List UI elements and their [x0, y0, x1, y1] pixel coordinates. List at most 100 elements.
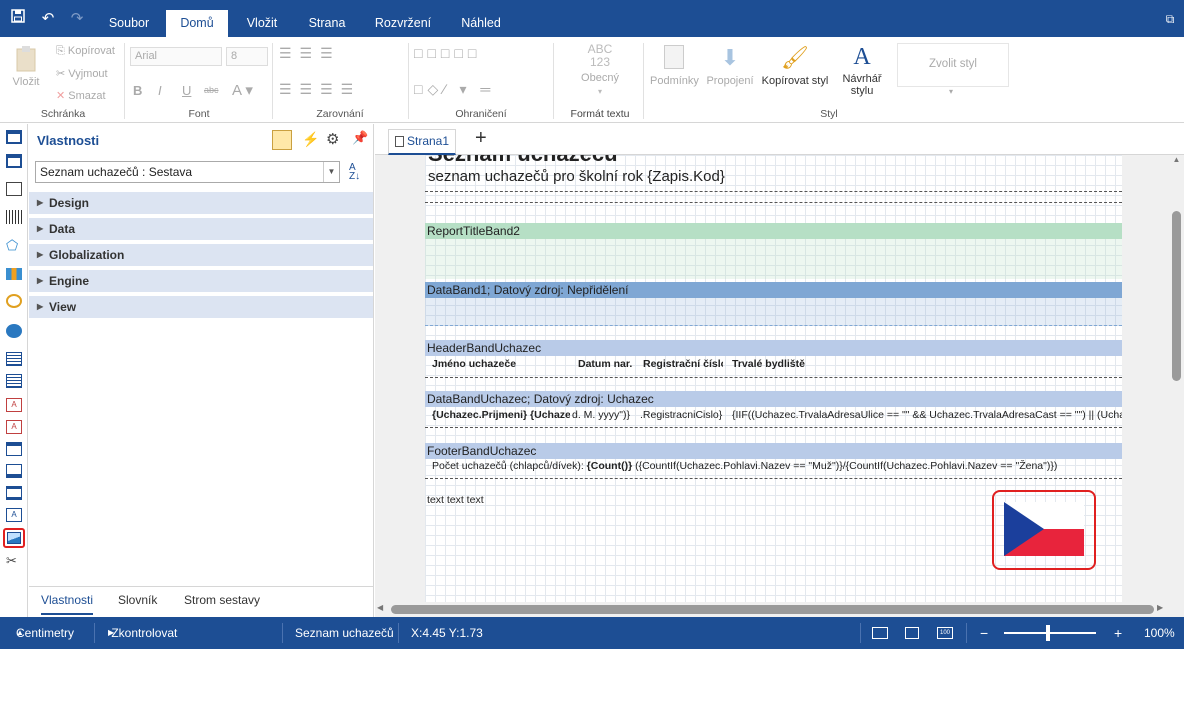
data-cell-name[interactable]: {Uchazec.Prijmeni} {Uchazec. [432, 409, 570, 421]
data-cell-registration[interactable]: .RegistracniCislo} [640, 409, 725, 421]
category-data[interactable]: ▶ Data [29, 218, 373, 240]
underline-button[interactable]: U [182, 83, 191, 98]
bold-button[interactable]: B [133, 83, 142, 98]
tab-strana1[interactable]: Strana1 [388, 129, 457, 155]
gauge-icon[interactable] [6, 294, 22, 308]
rich-text-icon[interactable] [6, 374, 22, 388]
zoom-out-icon[interactable]: − [980, 617, 988, 649]
italic-button[interactable]: I [158, 83, 162, 98]
vertical-scrollbar[interactable]: ▲ [1169, 155, 1184, 602]
tools-icon[interactable]: ✂ [6, 554, 22, 568]
scroll-right-icon[interactable]: ▶ [1157, 603, 1163, 612]
delete-button[interactable]: ✕ Smazat [56, 89, 106, 102]
redo-icon[interactable]: ↷ [67, 9, 87, 29]
border-buttons-bottom[interactable]: □◇∕ ▾ ═ [414, 81, 495, 98]
tab-domu[interactable]: Domů [166, 10, 228, 37]
font-size-select[interactable]: 8 [226, 47, 268, 66]
fit-width-icon[interactable] [905, 627, 919, 639]
flag-image[interactable] [992, 490, 1096, 570]
image-icon[interactable] [3, 528, 25, 548]
text-in-cells-icon[interactable]: A [6, 398, 22, 412]
settings-gear-icon[interactable]: ⚙ [326, 130, 339, 148]
cut-button[interactable]: ✂ Vyjmout [56, 67, 108, 80]
category-design[interactable]: ▶ Design [29, 192, 373, 214]
copy-button[interactable]: ⎘ Kopírovat [56, 45, 115, 58]
text-icon[interactable] [6, 352, 22, 366]
choose-style-arrow-icon[interactable]: ▾ [949, 87, 953, 96]
horizontal-scroll-thumb[interactable] [391, 605, 1154, 614]
fit-page-icon[interactable] [872, 627, 888, 639]
tab-nahled[interactable]: Náhled [452, 10, 510, 37]
check-issues-button[interactable]: ▶ Zkontrolovat problémová místa [108, 617, 177, 704]
group-label-clipboard: Schránka [40, 108, 86, 120]
map-icon[interactable] [6, 324, 22, 338]
paste-button[interactable]: Vložit [8, 45, 44, 95]
tab-vlastnosti[interactable]: Vlastnosti [41, 593, 94, 615]
strikethrough-button[interactable]: abc [204, 85, 219, 95]
chart-icon[interactable] [6, 268, 22, 280]
scroll-left-icon[interactable]: ◀ [377, 603, 383, 612]
properties-view-icon[interactable] [272, 130, 292, 150]
component-select[interactable]: Seznam uchazečů : Sestava ▼ [35, 161, 340, 183]
band-report-title[interactable]: ReportTitleBand2 [425, 223, 1122, 239]
panel-icon[interactable] [6, 442, 22, 456]
report-subtitle-text[interactable]: seznam uchazečů pro školní rok {Zapis.Ko… [428, 168, 725, 185]
tab-strana[interactable]: Strana [298, 10, 356, 37]
header-band-icon[interactable] [6, 154, 22, 168]
data-cell-address[interactable]: {IIF((Uchazec.TrvalaAdresaUlice == "" &&… [732, 409, 1122, 421]
font-family-select[interactable]: Arial [130, 47, 222, 66]
add-page-icon[interactable]: + [475, 127, 487, 150]
choose-style-dropdown[interactable]: Zvolit styl [897, 43, 1009, 87]
save-icon[interactable] [8, 9, 28, 29]
links-button[interactable]: ⬇ Propojení [706, 45, 754, 87]
container-icon[interactable] [6, 486, 22, 500]
style-designer-button[interactable]: A Návrhář stylu [836, 43, 888, 97]
header-cell-name[interactable]: Jméno uchazeče [432, 358, 570, 370]
undo-icon[interactable]: ↶ [38, 9, 58, 29]
label-icon[interactable]: A [6, 508, 22, 522]
copy-style-button[interactable]: 🖌 Kopírovat styl [760, 45, 830, 87]
tab-vlozit[interactable]: Vložit [234, 10, 290, 37]
events-icon[interactable]: ⚡ [302, 131, 319, 148]
conditions-button[interactable]: Podmínky [650, 45, 699, 87]
vertical-scroll-thumb[interactable] [1172, 211, 1181, 381]
zoom-in-icon[interactable]: + [1114, 617, 1122, 649]
align-top-buttons[interactable]: ☰☰☰ [279, 45, 341, 62]
tab-rozvrzeni[interactable]: Rozvržení [366, 10, 440, 37]
category-engine[interactable]: ▶ Engine [29, 270, 373, 292]
header-cell-registration[interactable]: Registrační číslo [643, 358, 723, 370]
band-data-uchazec[interactable]: DataBandUchazec; Datový zdroj: Uchazec [425, 391, 1122, 407]
tab-soubor[interactable]: Soubor [100, 10, 158, 37]
tab-slovnik[interactable]: Slovník [118, 593, 157, 607]
header-cell-address[interactable]: Trvalé bydliště [732, 358, 932, 370]
align-text-buttons[interactable]: ☰☰☰☰ [279, 81, 361, 98]
data-band-icon[interactable] [6, 182, 22, 196]
footer-count-text[interactable]: Počet uchazečů (chlapců/dívek): {Count()… [432, 460, 1122, 472]
band-footer-uchazec[interactable]: FooterBandUchazec [425, 443, 1122, 459]
zoom-slider-thumb[interactable] [1046, 625, 1050, 641]
panel-tabs: Vlastnosti Slovník Strom sestavy [29, 586, 374, 617]
text-format-button[interactable]: ABC 123 Obecný ▾ [570, 43, 630, 98]
footer-panel-icon[interactable] [6, 464, 22, 478]
category-view[interactable]: ▶ View [29, 296, 373, 318]
category-globalization[interactable]: ▶ Globalization [29, 244, 373, 266]
barcode-icon[interactable] [6, 210, 22, 224]
zoom-slider[interactable] [1004, 632, 1096, 634]
border-buttons-top[interactable]: □□□□□ [414, 45, 481, 61]
shape-icon[interactable]: ⬠ [6, 238, 22, 252]
pin-icon[interactable]: 📌 [352, 130, 368, 146]
sort-icon[interactable]: A Z↓ [349, 163, 360, 182]
horizontal-scrollbar[interactable]: ◀ ▶ [375, 602, 1184, 617]
system-text-icon[interactable]: A [6, 420, 22, 434]
band-data1[interactable]: DataBand1; Datový zdroj: Nepřidělení [425, 282, 1122, 298]
header-cell-birth[interactable]: Datum nar. [578, 358, 638, 370]
tab-strom-sestavy[interactable]: Strom sestavy [184, 593, 260, 607]
band-header-uchazec[interactable]: HeaderBandUchazec [425, 340, 1122, 356]
scroll-up-icon[interactable]: ▲ [1169, 155, 1184, 164]
font-color-button[interactable]: A ▾ [232, 81, 253, 99]
data-cell-birth[interactable]: d. M. yyyy")} [572, 409, 632, 421]
report-title-band-icon[interactable] [6, 130, 22, 144]
free-text-box[interactable]: text text text [427, 494, 484, 506]
restore-window-icon[interactable]: ⧉ [1160, 9, 1180, 29]
zoom-100-icon[interactable]: 100 [937, 627, 953, 639]
